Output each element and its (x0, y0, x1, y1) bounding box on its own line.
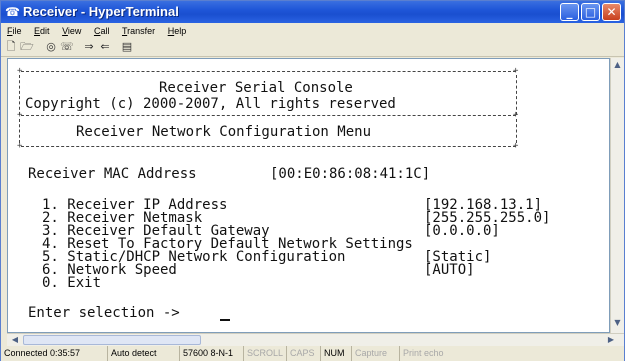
box-bottom-border (21, 146, 516, 147)
scroll-up-arrow-icon[interactable]: ▲ (611, 58, 624, 72)
scroll-left-arrow-icon[interactable]: ◀ (9, 334, 21, 346)
receive-icon[interactable]: ⇐ (98, 40, 112, 54)
box-left-border (19, 75, 20, 115)
status-bar: Connected 0:35:57 Auto detect 57600 8-N-… (1, 346, 624, 361)
maximize-button[interactable]: □ (581, 3, 600, 21)
box-right-border (516, 119, 517, 143)
connect-icon[interactable]: ☏ (60, 40, 74, 54)
status-num: NUM (320, 346, 351, 361)
box-divider (21, 115, 516, 116)
vertical-scrollbar[interactable]: ▲ ▼ (610, 58, 624, 333)
console-title: Receiver Serial Console (159, 80, 353, 96)
close-button[interactable]: ✕ (602, 3, 621, 21)
status-connection-time: Connected 0:35:57 (4, 348, 81, 358)
status-caps: CAPS (286, 346, 320, 361)
menu-help[interactable]: Help (168, 23, 187, 39)
status-port-settings: 57600 8-N-1 (179, 346, 243, 361)
minimize-button[interactable]: _ (560, 3, 579, 21)
hyperterminal-app-icon[interactable]: ☎ (5, 5, 20, 19)
status-capture: Capture (351, 346, 399, 361)
horizontal-scrollbar[interactable]: ◀ ▶ (7, 333, 624, 346)
option-default-gateway-value: [0.0.0.0] (424, 223, 500, 239)
horizontal-scroll-thumb[interactable] (23, 335, 201, 345)
scroll-down-arrow-icon[interactable]: ▼ (611, 316, 624, 330)
mac-value: [00:E0:86:08:41:1C] (270, 166, 431, 182)
open-icon[interactable]: 🗁 (20, 40, 34, 54)
copyright-text: Copyright (c) 2000-2007, All rights rese… (25, 96, 396, 112)
option-exit[interactable]: 0. Exit (42, 275, 101, 291)
terminal-screen[interactable]: + + Receiver Serial Console Copyright (c… (7, 58, 610, 333)
menu-bar: File Edit View Call Transfer Help (1, 23, 624, 39)
text-cursor (220, 319, 230, 321)
status-scroll: SCROLL (243, 346, 286, 361)
status-auto-detect: Auto detect (107, 346, 179, 361)
scroll-right-arrow-icon[interactable]: ▶ (605, 334, 617, 346)
menu-title: Receiver Network Configuration Menu (76, 124, 372, 140)
title-bar[interactable]: ☎ Receiver - HyperTerminal _ □ ✕ (1, 1, 624, 23)
disconnect-icon[interactable]: ◎ (44, 40, 58, 54)
menu-edit[interactable]: Edit (34, 23, 50, 39)
menu-view[interactable]: View (62, 23, 81, 39)
new-icon[interactable]: 🗋 (4, 40, 18, 54)
toolbar: 🗋 🗁 ◎ ☏ ⇒ ⇐ ▤ (1, 39, 624, 57)
menu-file[interactable]: File (7, 23, 22, 39)
selection-prompt: Enter selection -> (28, 305, 180, 321)
box-top-border (21, 71, 516, 72)
box-right-border (516, 75, 517, 115)
hyperterminal-window: ☎ Receiver - HyperTerminal _ □ ✕ File Ed… (0, 0, 625, 361)
menu-call[interactable]: Call (94, 23, 110, 39)
properties-icon[interactable]: ▤ (120, 40, 134, 54)
send-icon[interactable]: ⇒ (82, 40, 96, 54)
mac-label: Receiver MAC Address (28, 166, 197, 182)
status-print-echo: Print echo (399, 346, 459, 361)
option-network-speed-value: [AUTO] (424, 262, 475, 278)
box-left-border (19, 119, 20, 143)
window-title: Receiver - HyperTerminal (23, 4, 179, 19)
menu-transfer[interactable]: Transfer (122, 23, 155, 39)
